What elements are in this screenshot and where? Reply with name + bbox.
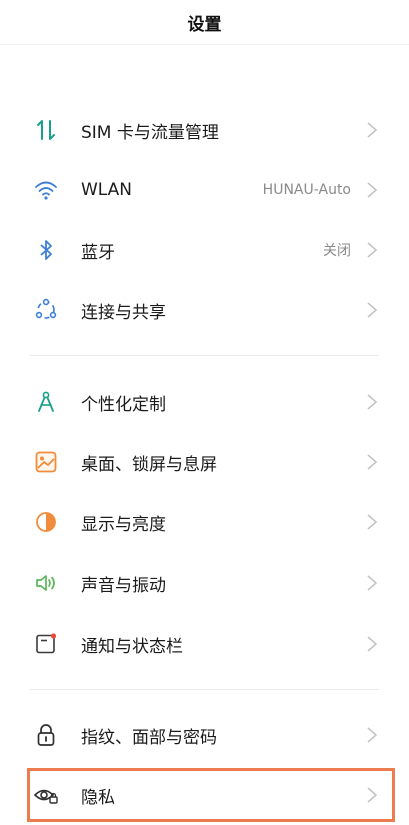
settings-item-label: 声音与振动 <box>81 575 166 596</box>
notification-icon <box>33 631 59 657</box>
chevron-right-icon <box>367 302 378 318</box>
header-divider <box>0 44 409 45</box>
settings-item-label: SIM 卡与流量管理 <box>81 122 219 143</box>
settings-item-label: 桌面、锁屏与息屏 <box>81 454 217 475</box>
section-divider <box>30 689 379 690</box>
privacy-highlight-box <box>27 768 395 822</box>
settings-item-label: 显示与亮度 <box>81 514 166 535</box>
settings-item-personalize[interactable]: 个性化定制 <box>0 372 409 432</box>
bluetooth-status: 关闭 <box>323 243 351 259</box>
settings-item-notification[interactable]: 通知与状态栏 <box>0 614 409 674</box>
settings-item-label: 通知与状态栏 <box>81 636 183 657</box>
personalize-icon <box>33 389 59 415</box>
connection-share-icon <box>33 297 59 323</box>
settings-item-display[interactable]: 显示与亮度 <box>0 492 409 552</box>
page-title: 设置 <box>187 14 222 35</box>
page-header: 设置 <box>0 0 409 44</box>
settings-item-label: 指纹、面部与密码 <box>81 727 217 748</box>
wlan-network-name: HUNAU-Auto <box>262 182 351 198</box>
section-divider <box>30 355 379 356</box>
settings-item-label: 蓝牙 <box>81 242 115 263</box>
chevron-right-icon <box>367 636 378 652</box>
settings-item-security[interactable]: 指纹、面部与密码 <box>0 705 409 765</box>
settings-item-wlan[interactable]: WLAN HUNAU-Auto <box>0 160 409 220</box>
wifi-icon <box>33 177 59 203</box>
sim-traffic-icon <box>33 117 59 143</box>
settings-item-connection[interactable]: 连接与共享 <box>0 280 409 340</box>
display-brightness-icon <box>33 509 59 535</box>
chevron-right-icon <box>367 122 378 138</box>
chevron-right-icon <box>367 394 378 410</box>
settings-item-sim[interactable]: SIM 卡与流量管理 <box>0 100 409 160</box>
chevron-right-icon <box>367 575 378 591</box>
settings-item-bluetooth[interactable]: 蓝牙 关闭 <box>0 220 409 280</box>
lock-icon <box>33 722 59 748</box>
chevron-right-icon <box>367 242 378 258</box>
chevron-right-icon <box>367 454 378 470</box>
bluetooth-icon <box>33 237 59 263</box>
settings-item-label: 个性化定制 <box>81 394 166 415</box>
settings-item-label: 连接与共享 <box>81 302 166 323</box>
chevron-right-icon <box>367 514 378 530</box>
wallpaper-icon <box>33 449 59 475</box>
chevron-right-icon <box>367 182 378 198</box>
settings-item-label: WLAN <box>81 180 133 200</box>
sound-icon <box>33 570 59 596</box>
chevron-right-icon <box>367 727 378 743</box>
settings-item-sound[interactable]: 声音与振动 <box>0 553 409 613</box>
settings-item-wallpaper[interactable]: 桌面、锁屏与息屏 <box>0 432 409 492</box>
